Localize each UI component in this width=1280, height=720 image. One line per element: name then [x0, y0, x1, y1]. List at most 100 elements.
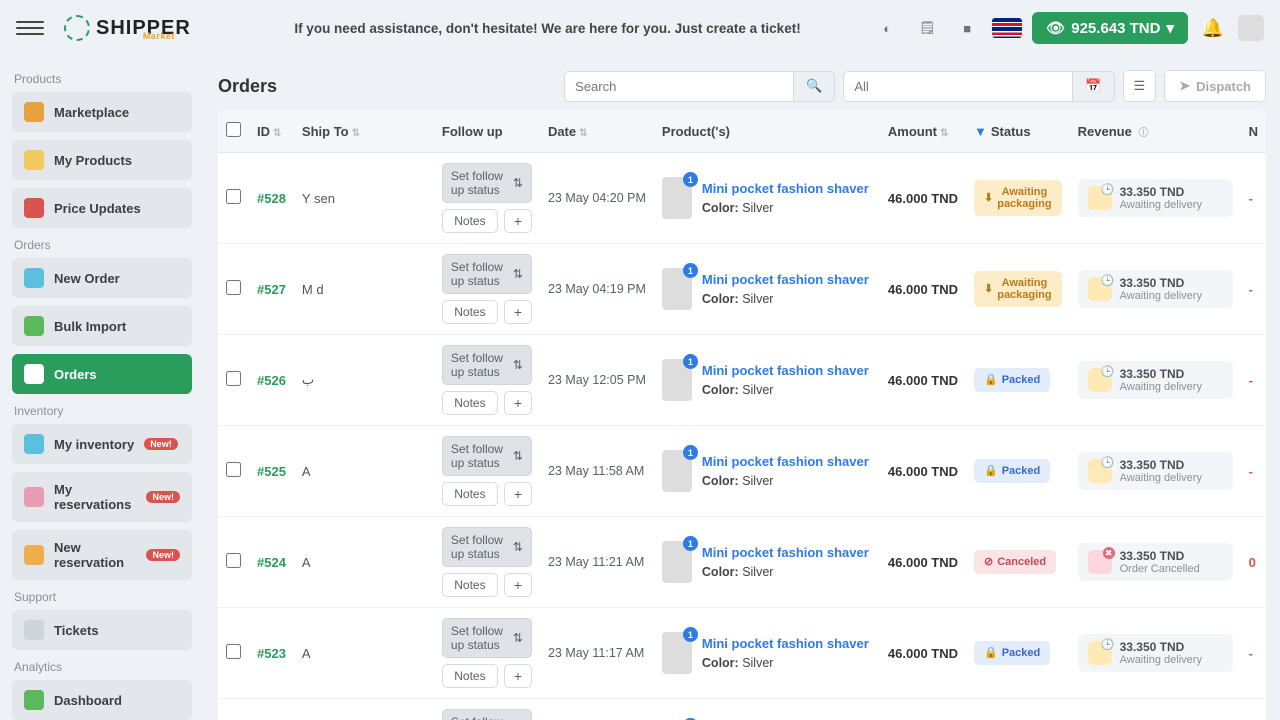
sidebar-item-my-reservations[interactable]: My reservations New!: [12, 472, 192, 522]
status-badge[interactable]: ⬇Awaiting packaging: [974, 271, 1062, 307]
order-date: 23 May 04:20 PM: [540, 153, 654, 244]
revenue-status: Awaiting delivery: [1120, 654, 1202, 666]
product-thumb[interactable]: [662, 359, 692, 401]
add-note-button[interactable]: +: [504, 300, 532, 324]
col-shipto[interactable]: Ship To⇅: [294, 110, 434, 153]
add-note-button[interactable]: +: [504, 664, 532, 688]
order-id[interactable]: #528: [257, 191, 286, 206]
set-followup-button[interactable]: Set follow up status⇅: [442, 709, 532, 720]
order-id[interactable]: #527: [257, 282, 286, 297]
dispatch-button[interactable]: ➤ Dispatch: [1164, 70, 1266, 102]
balance-button[interactable]: 👁 925.643 TND ▾: [1032, 12, 1188, 44]
col-status[interactable]: ▼Status: [966, 110, 1070, 153]
col-date[interactable]: Date⇅: [540, 110, 654, 153]
notes-button[interactable]: Notes: [442, 573, 498, 597]
table-row: #527 M d Set follow up status⇅ Notes + 2…: [218, 244, 1266, 335]
set-followup-button[interactable]: Set follow up status⇅: [442, 618, 532, 658]
sort-icon: ⇅: [513, 449, 523, 463]
last-value: -: [1241, 153, 1266, 244]
language-flag-icon[interactable]: [992, 18, 1022, 38]
sidebar-item-my-inventory[interactable]: My inventory New!: [12, 424, 192, 464]
calculator-icon[interactable]: 🗒: [912, 13, 942, 43]
order-id[interactable]: #525: [257, 464, 286, 479]
product-thumb[interactable]: [662, 177, 692, 219]
sidebar-item-my-products[interactable]: My Products: [12, 140, 192, 180]
set-followup-button[interactable]: Set follow up status⇅: [442, 527, 532, 567]
date-filter-input[interactable]: [843, 71, 1073, 102]
set-followup-button[interactable]: Set follow up status⇅: [442, 436, 532, 476]
row-checkbox[interactable]: [226, 462, 241, 477]
status-badge[interactable]: ⬇Awaiting packaging: [974, 180, 1062, 216]
select-all-checkbox[interactable]: [226, 122, 241, 137]
order-id[interactable]: #526: [257, 373, 286, 388]
order-id[interactable]: #523: [257, 646, 286, 661]
status-badge[interactable]: 🔒Packed: [974, 641, 1050, 665]
notes-button[interactable]: Notes: [442, 664, 498, 688]
row-checkbox[interactable]: [226, 553, 241, 568]
eye-icon: 👁: [1046, 19, 1065, 37]
row-checkbox[interactable]: [226, 644, 241, 659]
status-badge[interactable]: 🔒Packed: [974, 368, 1050, 392]
product-name[interactable]: Mini pocket fashion shaver: [702, 181, 869, 197]
col-id[interactable]: ID⇅: [249, 110, 294, 153]
add-note-button[interactable]: +: [504, 573, 532, 597]
col-followup: Follow up: [434, 110, 540, 153]
sidebar-item-icon: [24, 487, 44, 507]
sidebar-item-label: Price Updates: [54, 201, 141, 216]
revenue-amount: 33.350 TND: [1120, 276, 1202, 290]
product-name[interactable]: Mini pocket fashion shaver: [702, 545, 869, 561]
status-badge[interactable]: 🔒Packed: [974, 459, 1050, 483]
product-thumb[interactable]: [662, 632, 692, 674]
product-name[interactable]: Mini pocket fashion shaver: [702, 363, 869, 379]
row-checkbox[interactable]: [226, 280, 241, 295]
notes-button[interactable]: Notes: [442, 391, 498, 415]
notifications-icon[interactable]: 🔔: [1198, 13, 1228, 43]
avatar[interactable]: [1238, 15, 1264, 41]
main-content: Orders 🔍 📅 ☰ ➤ Dispatch ID⇅: [204, 56, 1280, 720]
row-checkbox[interactable]: [226, 371, 241, 386]
product-name[interactable]: Mini pocket fashion shaver: [702, 454, 869, 470]
product-thumb[interactable]: [662, 450, 692, 492]
order-amount: 46.000 TND: [880, 699, 966, 720]
product-thumb[interactable]: [662, 541, 692, 583]
logo[interactable]: SHIPPER Market: [64, 15, 223, 41]
theme-toggle-icon[interactable]: ◐: [872, 13, 902, 43]
add-note-button[interactable]: +: [504, 391, 532, 415]
sidebar-item-price-updates[interactable]: Price Updates: [12, 188, 192, 228]
notes-button[interactable]: Notes: [442, 482, 498, 506]
add-note-button[interactable]: +: [504, 209, 532, 233]
set-followup-button[interactable]: Set follow up status⇅: [442, 254, 532, 294]
sidebar-item-orders[interactable]: Orders: [12, 354, 192, 394]
table-row: #526 ﺏ Set follow up status⇅ Notes + 23 …: [218, 335, 1266, 426]
sidebar-item-marketplace[interactable]: Marketplace: [12, 92, 192, 132]
order-id[interactable]: #524: [257, 555, 286, 570]
search-input[interactable]: [564, 71, 794, 102]
search-button[interactable]: 🔍: [794, 71, 835, 102]
calendar-button[interactable]: 📅: [1073, 71, 1114, 102]
sidebar-item-icon: [24, 364, 44, 384]
add-note-button[interactable]: +: [504, 482, 532, 506]
set-followup-button[interactable]: Set follow up status⇅: [442, 163, 532, 203]
product-name[interactable]: Mini pocket fashion shaver: [702, 272, 869, 288]
clock-icon: [1088, 186, 1112, 210]
sidebar-item-dashboard[interactable]: Dashboard: [12, 680, 192, 720]
filter-settings-button[interactable]: ☰: [1123, 70, 1157, 102]
product-name[interactable]: Mini pocket fashion shaver: [702, 636, 869, 652]
col-amount[interactable]: Amount⇅: [880, 110, 966, 153]
status-badge[interactable]: ⊘Canceled: [974, 550, 1056, 574]
ship-to-name: A: [294, 608, 434, 699]
hamburger-menu-button[interactable]: [16, 14, 44, 42]
product-thumb[interactable]: [662, 268, 692, 310]
row-checkbox[interactable]: [226, 189, 241, 204]
sort-icon: ⇅: [513, 176, 523, 190]
video-icon[interactable]: ■: [952, 13, 982, 43]
set-followup-button[interactable]: Set follow up status⇅: [442, 345, 532, 385]
notes-button[interactable]: Notes: [442, 209, 498, 233]
sidebar-section-title: Support: [14, 590, 192, 604]
sidebar-item-new-reservation[interactable]: New reservation New!: [12, 530, 192, 580]
notes-button[interactable]: Notes: [442, 300, 498, 324]
sidebar-item-label: My Products: [54, 153, 132, 168]
sidebar-item-new-order[interactable]: New Order: [12, 258, 192, 298]
sidebar-item-tickets[interactable]: Tickets: [12, 610, 192, 650]
sidebar-item-bulk-import[interactable]: Bulk Import: [12, 306, 192, 346]
